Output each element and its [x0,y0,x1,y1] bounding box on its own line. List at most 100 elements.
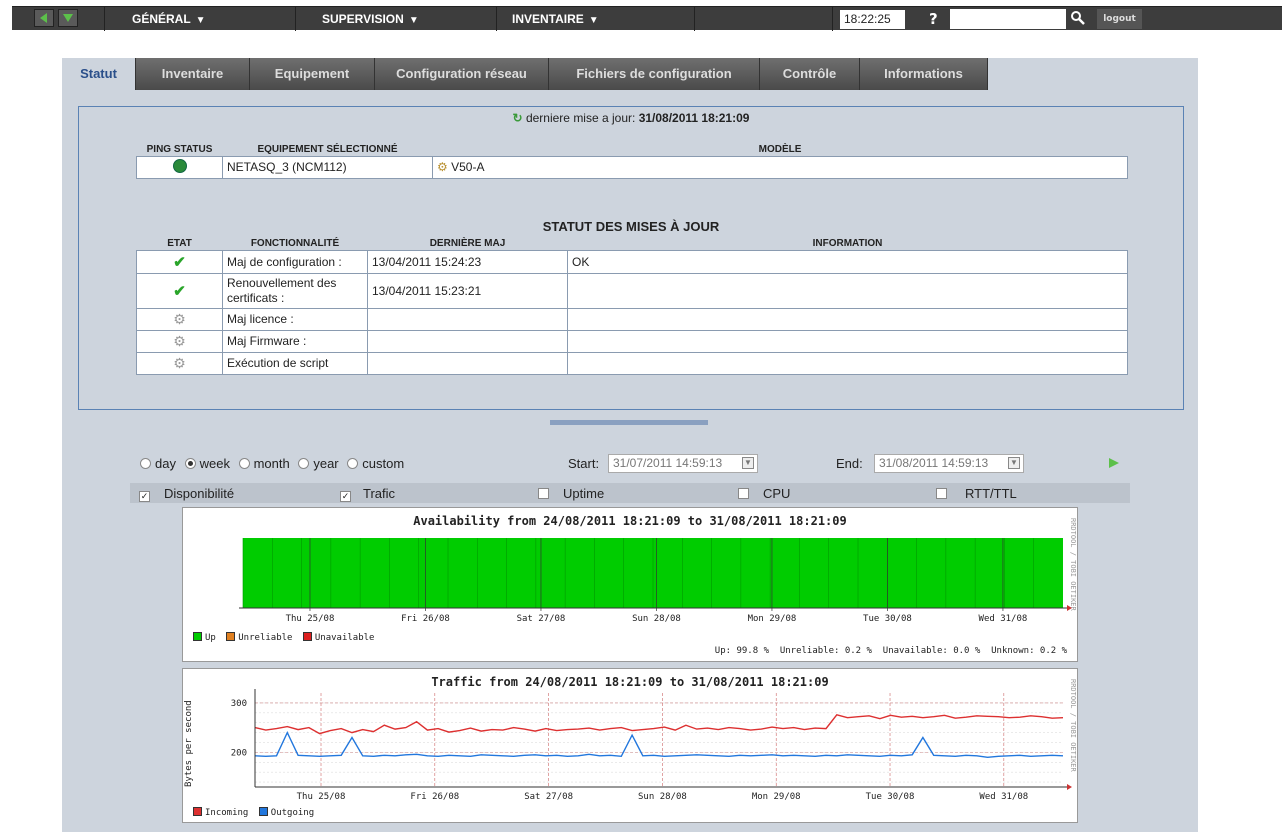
search-input[interactable] [950,9,1066,29]
gears-icon: ⚙ [173,310,186,327]
period-week[interactable]: week [184,456,230,471]
back-arrow-icon[interactable] [34,9,54,27]
availability-x-tick-label: Mon 29/08 [748,614,797,624]
traffic-graph: Traffic from 24/08/2011 18:21:09 to 31/0… [182,668,1078,823]
top-menu-bar: GÉNÉRAL ▼ SUPERVISION ▼ INVENTAIRE ▼ 18:22:… [0,0,1282,31]
collapse-arrow-icon[interactable] [58,9,78,27]
legend-swatch-unreliable [226,632,236,641]
availability-legend: Up Unreliable Unavailable [193,632,374,643]
refresh-icon[interactable]: ↻ [513,111,523,125]
radio-day[interactable] [140,458,151,469]
radio-label: week [199,456,230,471]
tab-informations[interactable]: Informations [860,58,988,90]
calendar-icon[interactable]: ▼ [742,457,754,469]
device-name: NETASQ_3 (NCM112) [222,155,433,179]
availability-x-tick-label: Sat 27/08 [517,614,566,624]
traffic-x-tick-label: Sat 27/08 [524,792,573,802]
radio-label: day [155,456,176,471]
info-cell [567,351,1128,375]
menu-separator [295,7,296,31]
traffic-plot: 300 200 Thu 25/08 Fri 26/08 Sat 27/08 Sun 28/… [231,689,1072,802]
chevron-down-icon: ▼ [408,15,419,26]
feature-cell: Exécution de script [222,351,368,375]
tab-fichiers-de-configuration[interactable]: Fichiers de configuration [549,58,760,90]
metric-cpu[interactable]: CPU [738,486,790,501]
state-cell: ✔ [136,272,223,309]
radio-month[interactable] [238,458,250,469]
date-cell [367,351,568,375]
calendar-icon[interactable]: ▼ [1008,457,1020,469]
header-ping-status: PING STATUS [136,143,223,156]
state-cell: ⚙ [136,307,223,331]
checkbox-cpu[interactable] [738,488,749,499]
maj-section-title: STATUT DES MISES À JOUR [542,219,720,234]
chevron-down-icon: ▼ [588,15,599,26]
tab-equipement[interactable]: Equipement [250,58,375,90]
start-date-input[interactable]: 31/07/2011 14:59:13 ▼ [608,454,758,473]
checkbox-uptime[interactable] [538,488,549,499]
metric-disponibilite[interactable]: ✓ Disponibilité [139,486,234,502]
table-row: ⚙ Maj licence : [136,307,1128,331]
traffic-series-incoming [254,714,1064,735]
metric-label: Uptime [563,486,605,501]
radio-label: custom [362,456,405,471]
period-day[interactable]: day [140,456,176,471]
legend-incoming: Incoming [193,807,248,818]
search-icon[interactable] [1070,10,1086,29]
checkbox-trafic[interactable]: ✓ [340,491,351,502]
menu-inventaire[interactable]: INVENTAIRE ▼ [512,7,599,31]
tab-inventaire[interactable]: Inventaire [136,58,250,90]
checkbox-disponibilite[interactable]: ✓ [139,491,150,502]
model-value: V50-A [451,160,485,174]
metric-label: CPU [763,486,791,501]
metric-trafic[interactable]: ✓ Trafic [340,486,395,502]
tab-controle[interactable]: Contrôle [760,58,860,90]
play-icon[interactable] [1108,457,1120,472]
end-date-input[interactable]: 31/08/2011 14:59:13 ▼ [874,454,1024,473]
state-cell: ⚙ [136,329,223,353]
legend-swatch-incoming [193,807,202,816]
logout-button[interactable]: logout [1097,9,1142,29]
traffic-x-tick-label: Mon 29/08 [752,792,801,802]
metric-rtt-ttl[interactable]: RTT/TTL [936,486,1017,501]
maj-table: ETAT FONCTIONNALITÉ DERNIÈRE MAJ INFORMA… [136,237,1128,375]
feature-cell: Maj licence : [222,307,368,331]
date-cell: 13/04/2011 15:24:23 [367,249,568,274]
legend-label-unreliable: Unreliable [238,633,293,643]
legend-unreliable: Unreliable [226,632,293,643]
radio-year[interactable] [298,458,310,469]
traffic-y-tick-label: 200 [231,748,247,758]
menu-strip: GÉNÉRAL ▼ SUPERVISION ▼ INVENTAIRE ▼ 18:22:… [12,6,1282,31]
period-year[interactable]: year [298,456,339,471]
check-icon: ✔ [173,253,186,271]
menu-separator [496,7,497,31]
end-date-value: 31/08/2011 14:59:13 [879,456,989,470]
availability-summary: Up: 99.8 % Unreliable: 0.2 % Unavailable… [714,646,1067,656]
radio-custom[interactable] [347,458,359,469]
state-cell: ⚙ [136,351,223,375]
radio-week[interactable] [184,458,196,469]
metric-uptime[interactable]: Uptime [538,486,604,501]
availability-x-tick-label: Tue 30/08 [863,614,912,624]
status-panel: ↻ derniere mise a jour: 31/08/2011 18:21… [78,106,1184,410]
header-modele: MODÈLE [432,143,1128,156]
tab-configuration-reseau[interactable]: Configuration réseau [375,58,549,90]
menu-separator [104,7,105,31]
menu-general[interactable]: GÉNÉRAL ▼ [132,7,206,31]
availability-x-tick-label: Wed 31/08 [979,614,1028,624]
period-month[interactable]: month [238,456,290,471]
info-cell [567,329,1128,353]
menu-supervision[interactable]: SUPERVISION ▼ [322,7,419,31]
help-icon[interactable]: ? [929,7,938,31]
start-date-value: 31/07/2011 14:59:13 [613,456,723,470]
metric-checkboxes: ✓ Disponibilité ✓ Trafic Uptime CPU RTT/TT… [130,483,1130,503]
period-custom[interactable]: custom [347,456,404,471]
panel-splitter[interactable] [550,420,708,425]
tab-statut[interactable]: Statut [62,58,136,90]
last-update-label: derniere mise a jour: [525,111,636,125]
header-information: INFORMATION [567,237,1128,250]
checkbox-rtt-ttl[interactable] [936,488,947,499]
legend-label-unavailable: Unavailable [314,633,375,643]
availability-x-tick-label: Thu 25/08 [286,614,335,624]
availability-x-tick-label: Fri 26/08 [401,614,450,624]
